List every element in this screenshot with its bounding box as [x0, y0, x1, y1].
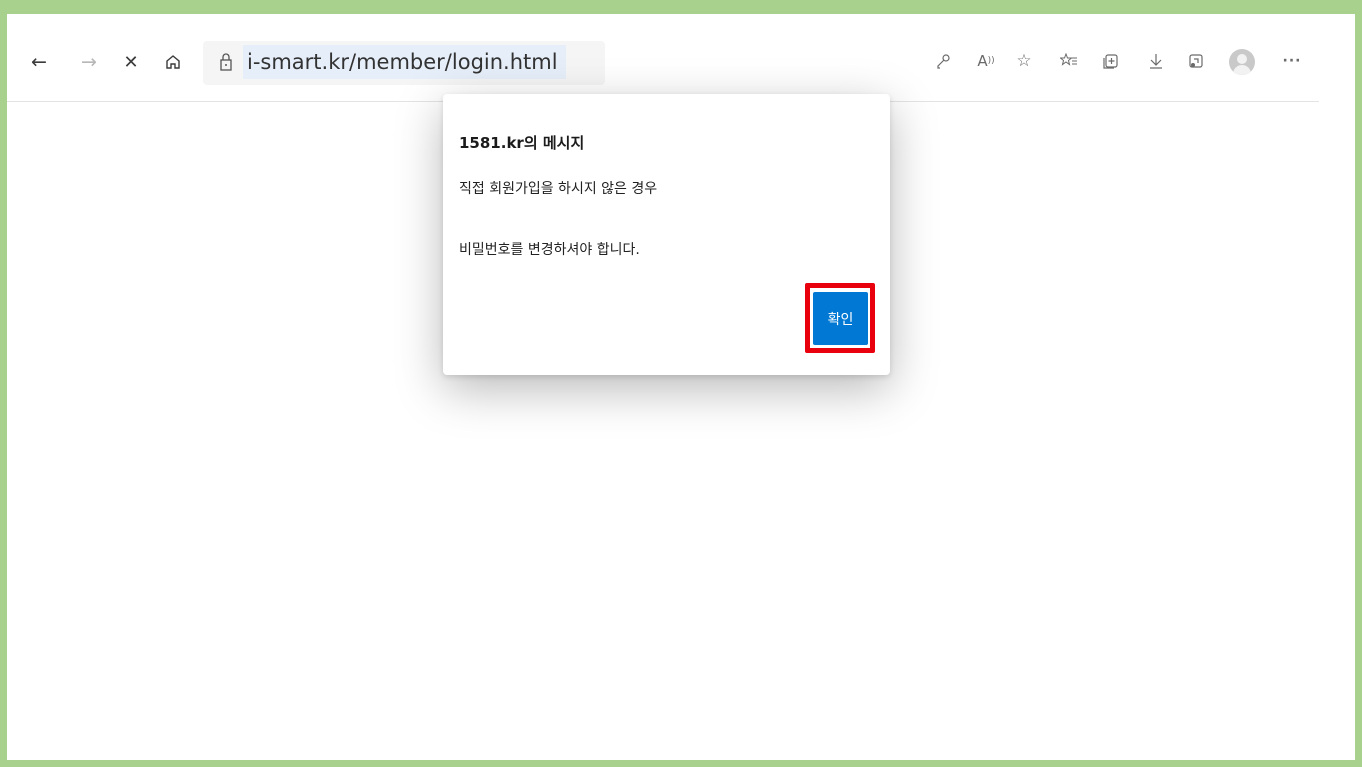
url-text[interactable]: i-smart.kr/member/login.html [243, 45, 566, 79]
alert-dialog: 1581.kr의 메시지 직접 회원가입을 하시지 않은 경우 비밀번호를 변경… [443, 94, 890, 375]
dialog-message-line-2: 비밀번호를 변경하셔야 합니다. [459, 242, 640, 258]
home-icon[interactable] [161, 50, 185, 74]
collections-icon[interactable] [1100, 50, 1122, 72]
avatar-body [1233, 65, 1251, 75]
back-arrow-icon[interactable]: ← [27, 50, 51, 74]
extensions-icon[interactable] [1185, 50, 1207, 72]
dialog-message-line-1: 직접 회원가입을 하시지 않은 경우 [459, 181, 658, 197]
favorites-icon[interactable] [1058, 50, 1080, 72]
add-favorite-icon[interactable]: ☆ [1013, 50, 1035, 72]
address-bar[interactable]: i-smart.kr/member/login.html [203, 41, 605, 85]
forward-arrow-icon[interactable]: → [77, 50, 101, 74]
key-icon[interactable] [932, 50, 954, 72]
ok-button[interactable]: 확인 [813, 292, 868, 345]
stop-icon[interactable]: ✕ [119, 50, 143, 74]
profile-avatar[interactable] [1229, 49, 1255, 75]
more-icon[interactable]: ··· [1281, 50, 1303, 72]
browser-window: ← → ✕ i-smart.kr/member/login.html A)) ☆ [7, 14, 1355, 760]
read-aloud-icon[interactable]: A)) [975, 50, 997, 72]
lock-icon[interactable] [220, 53, 232, 73]
avatar-head [1237, 54, 1247, 64]
download-icon[interactable] [1145, 50, 1167, 72]
browser-toolbar: ← → ✕ i-smart.kr/member/login.html A)) ☆ [7, 14, 1319, 102]
dialog-title: 1581.kr의 메시지 [459, 134, 585, 152]
